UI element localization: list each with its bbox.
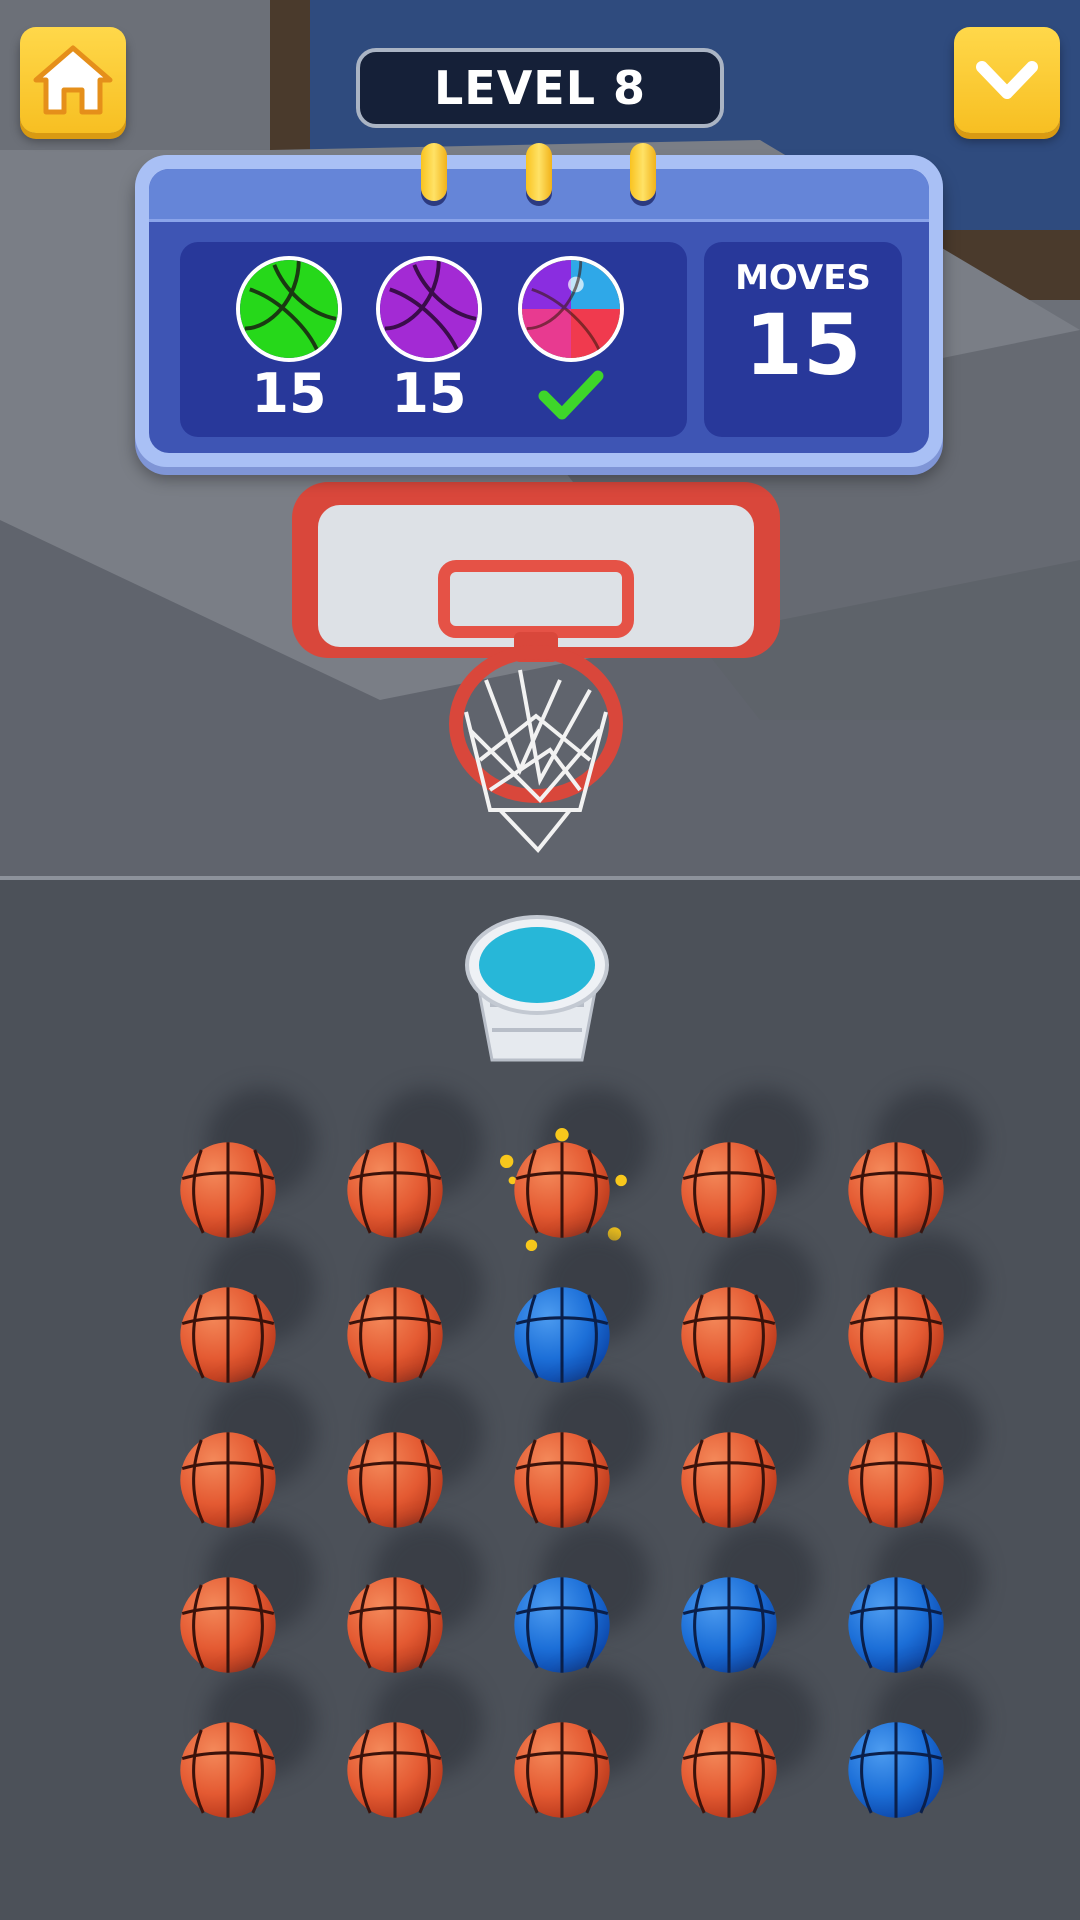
level-label: LEVEL 8 [433, 61, 647, 115]
panel-clip [421, 143, 447, 201]
home-button[interactable] [20, 27, 126, 133]
goal-green-count: 15 [251, 362, 327, 425]
orange-basketball-graphic [347, 1722, 443, 1818]
goal-rainbow [516, 256, 626, 424]
blue-basketball-graphic [848, 1722, 944, 1818]
green-ball-icon [236, 256, 342, 362]
orange-basketball[interactable] [166, 1668, 316, 1832]
panel-clip [630, 143, 656, 201]
goal-green: 15 [234, 256, 344, 422]
chevron-down-icon [976, 61, 1038, 99]
level-indicator: LEVEL 8 [356, 48, 724, 128]
purple-ball-icon [376, 256, 482, 362]
moves-value: 15 [744, 296, 862, 394]
basketball-hoop [449, 645, 623, 854]
home-icon [33, 45, 113, 115]
orange-basketball[interactable] [500, 1668, 650, 1832]
checkmark-icon [538, 370, 604, 420]
orange-basketball-graphic [514, 1722, 610, 1818]
orange-basketball[interactable] [333, 1668, 483, 1832]
orange-basketball-graphic [681, 1722, 777, 1818]
moves-counter: MOVES 15 [704, 242, 902, 437]
orange-basketball[interactable] [667, 1668, 817, 1832]
rainbow-ball-icon [518, 256, 624, 362]
blue-basketball[interactable] [834, 1668, 984, 1832]
ball-cup[interactable] [462, 905, 612, 1075]
orange-basketball-graphic [180, 1722, 276, 1818]
panel-clip [526, 143, 552, 201]
moves-label: MOVES [735, 258, 871, 298]
goal-purple: 15 [374, 256, 484, 422]
menu-button[interactable] [954, 27, 1060, 133]
goal-purple-count: 15 [391, 362, 467, 425]
